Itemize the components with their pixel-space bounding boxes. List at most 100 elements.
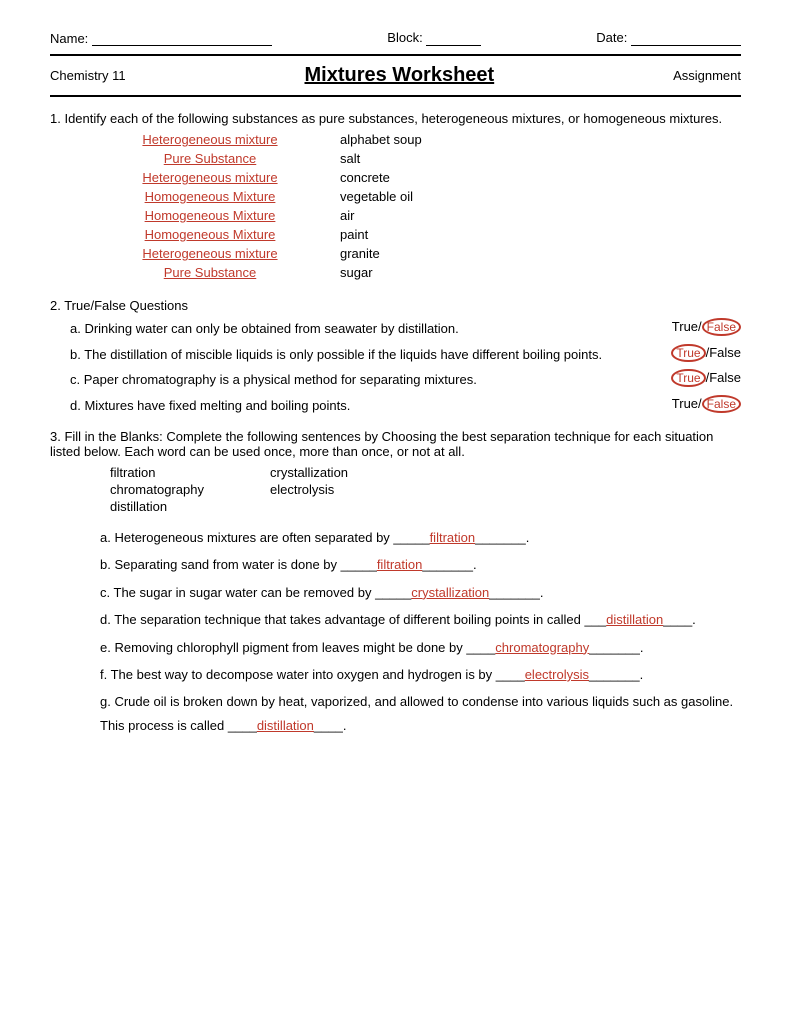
tf-row: b. The distillation of miscible liquids … [50, 345, 741, 365]
fill-answer: crystallization [411, 585, 489, 600]
q1-substance: sugar [340, 265, 741, 280]
q1-intro: 1. Identify each of the following substa… [50, 111, 741, 126]
assignment-label: Assignment [673, 68, 741, 83]
name-label: Name: [50, 31, 88, 46]
q1-substance: salt [340, 151, 741, 166]
false-part: False [702, 395, 741, 413]
fill-after: ____. [663, 612, 696, 627]
date-field [631, 30, 741, 46]
q1-substance: alphabet soup [340, 132, 741, 147]
q1-answer: Heterogeneous mixture [80, 170, 340, 185]
word-bank-item: crystallization [270, 465, 741, 480]
list-letter: a. [100, 530, 114, 545]
tf-answer: True/False [671, 345, 741, 360]
fill-answer: filtration [377, 557, 423, 572]
fill-after: ____. [314, 718, 347, 733]
false-part: False [702, 318, 741, 336]
word-bank: filtrationcrystallizationchromatographye… [110, 465, 741, 514]
fill-answer: chromatography [495, 640, 589, 655]
q2-list: a. Drinking water can only be obtained f… [50, 319, 741, 415]
true-part: True [672, 396, 698, 411]
q1-answer: Pure Substance [80, 151, 340, 166]
fill-answer: distillation [257, 718, 314, 733]
q1-substance: air [340, 208, 741, 223]
fill-before: Removing chlorophyll pigment from leaves… [114, 640, 495, 655]
list-item: g. Crude oil is broken down by heat, vap… [100, 690, 741, 737]
fill-answer: distillation [606, 612, 663, 627]
q1-substance: granite [340, 246, 741, 261]
tf-row: c. Paper chromatography is a physical me… [50, 370, 741, 390]
list-letter: f. [100, 667, 111, 682]
false-part: False [709, 370, 741, 385]
word-bank-item: electrolysis [270, 482, 741, 497]
q1-answer: Heterogeneous mixture [80, 132, 340, 147]
q1-answer: Pure Substance [80, 265, 340, 280]
fill-after: _______. [422, 557, 476, 572]
list-item: f. The best way to decompose water into … [100, 663, 741, 686]
q1-answer: Homogeneous Mixture [80, 227, 340, 242]
tf-text: a. Drinking water can only be obtained f… [70, 319, 630, 339]
fill-before: The sugar in sugar water can be removed … [114, 585, 412, 600]
true-part: True [672, 319, 698, 334]
fill-after: _______. [489, 585, 543, 600]
fill-before: Crude oil is broken down by heat, vapori… [100, 694, 733, 732]
header-top: Name: Block: Date: [50, 30, 741, 46]
tf-answer: True/False [672, 319, 741, 334]
q1-substance: paint [340, 227, 741, 242]
block-label: Block: [387, 30, 422, 45]
q3-intro: 3. Fill in the Blanks: Complete the foll… [50, 429, 741, 459]
page-title: Mixtures Worksheet [126, 64, 673, 87]
fill-after: _______. [589, 640, 643, 655]
true-part: True [671, 344, 705, 362]
date-block: Date: [596, 30, 741, 46]
false-part: False [709, 345, 741, 360]
q1-substance: concrete [340, 170, 741, 185]
list-item: e. Removing chlorophyll pigment from lea… [100, 636, 741, 659]
tf-text: b. The distillation of miscible liquids … [70, 345, 630, 365]
fill-answer: filtration [430, 530, 476, 545]
q1-grid: Heterogeneous mixturealphabet soupPure S… [80, 132, 741, 280]
q2-title: 2. True/False Questions [50, 298, 741, 313]
fill-answer: electrolysis [525, 667, 589, 682]
block-block: Block: [387, 30, 481, 46]
list-letter: c. [100, 585, 114, 600]
section-q3: 3. Fill in the Blanks: Complete the foll… [50, 429, 741, 737]
header-rule-2 [50, 95, 741, 97]
tf-text: d. Mixtures have fixed melting and boili… [70, 396, 630, 416]
name-field [92, 30, 272, 46]
section-q1: 1. Identify each of the following substa… [50, 111, 741, 280]
tf-row: a. Drinking water can only be obtained f… [50, 319, 741, 339]
tf-answer: True/False [671, 370, 741, 385]
q1-answer: Heterogeneous mixture [80, 246, 340, 261]
true-part: True [671, 369, 705, 387]
section-q2: 2. True/False Questions a. Drinking wate… [50, 298, 741, 415]
list-letter: b. [100, 557, 114, 572]
list-item: d. The separation technique that takes a… [100, 608, 741, 631]
tf-row: d. Mixtures have fixed melting and boili… [50, 396, 741, 416]
q1-substance: vegetable oil [340, 189, 741, 204]
tf-text: c. Paper chromatography is a physical me… [70, 370, 630, 390]
header-main: Chemistry 11 Mixtures Worksheet Assignme… [50, 60, 741, 91]
list-letter: g. [100, 694, 114, 709]
fill-before: The separation technique that takes adva… [114, 612, 606, 627]
chemistry-label: Chemistry 11 [50, 68, 126, 83]
word-bank-item: filtration [110, 465, 270, 480]
q1-answer: Homogeneous Mixture [80, 189, 340, 204]
fill-after: _______. [475, 530, 529, 545]
list-item: b. Separating sand from water is done by… [100, 553, 741, 576]
list-item: a. Heterogeneous mixtures are often sepa… [100, 526, 741, 549]
block-field [426, 30, 481, 46]
fill-before: Separating sand from water is done by __… [114, 557, 376, 572]
list-letter: d. [100, 612, 114, 627]
tf-answer: True/False [672, 396, 741, 411]
word-bank-item [270, 499, 741, 514]
fill-after: _______. [589, 667, 643, 682]
word-bank-item: chromatography [110, 482, 270, 497]
q1-answer: Homogeneous Mixture [80, 208, 340, 223]
name-block: Name: [50, 30, 272, 46]
fill-blank-list: a. Heterogeneous mixtures are often sepa… [80, 526, 741, 737]
date-label: Date: [596, 30, 627, 45]
list-letter: e. [100, 640, 114, 655]
fill-before: The best way to decompose water into oxy… [111, 667, 525, 682]
list-item: c. The sugar in sugar water can be remov… [100, 581, 741, 604]
